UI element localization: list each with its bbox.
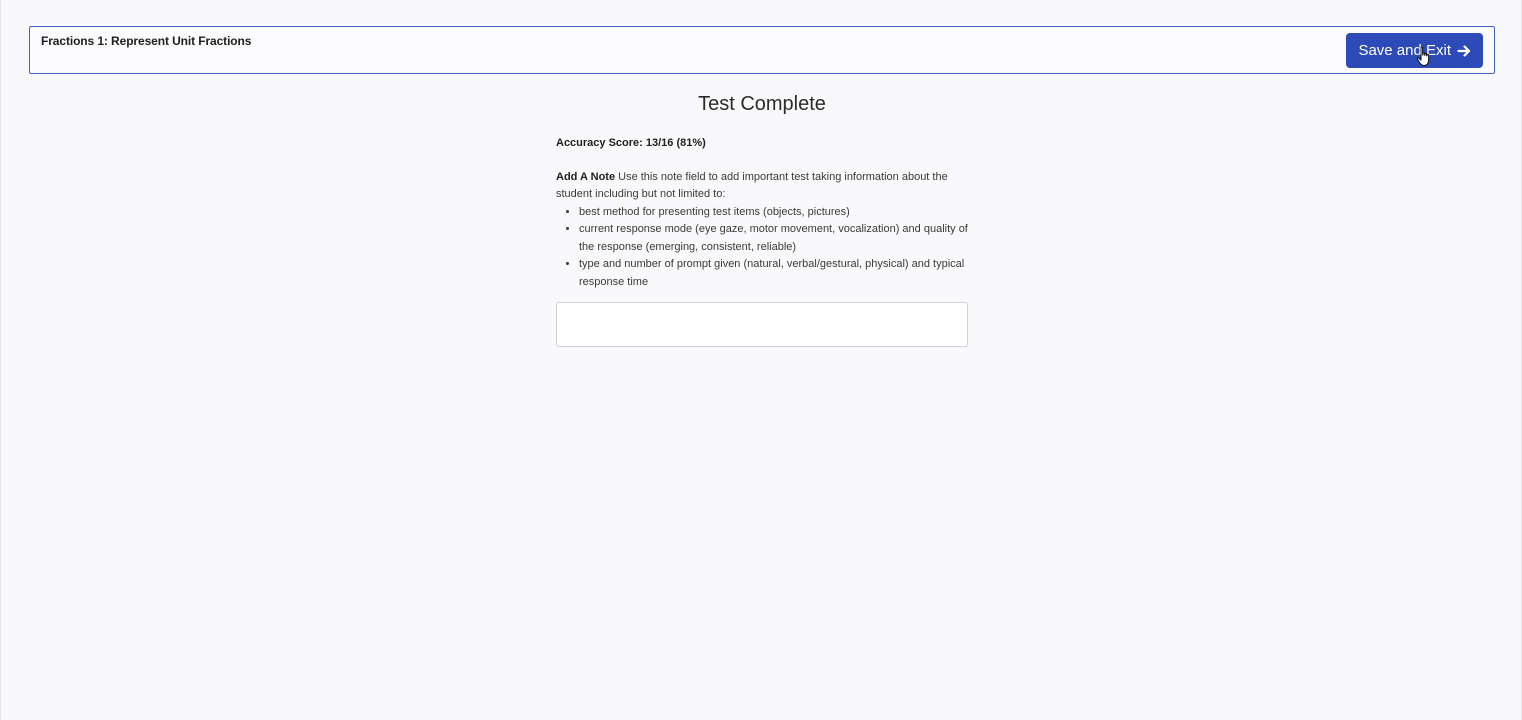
results-panel: Accuracy Score: 13/16 (81%) Add A Note U… — [556, 135, 968, 291]
note-intro: Use this note field to add important tes… — [556, 170, 948, 201]
page: Fractions 1: Represent Unit Fractions Sa… — [0, 0, 1522, 720]
note-heading: Add A Note — [556, 170, 616, 183]
list-item: best method for presenting test items (o… — [579, 204, 968, 222]
arrow-right-icon — [1457, 44, 1471, 57]
page-title: Test Complete — [698, 93, 826, 115]
save-and-exit-label: Save and Exit — [1358, 42, 1451, 59]
note-guidance-list: best method for presenting test items (o… — [556, 204, 968, 292]
assessment-title: Fractions 1: Represent Unit Fractions — [41, 34, 252, 48]
hand-pointer-icon — [1416, 46, 1430, 66]
header-bar: Fractions 1: Represent Unit Fractions Sa… — [29, 26, 1495, 74]
list-item: current response mode (eye gaze, motor m… — [579, 221, 968, 256]
note-instructions: Add A Note Use this note field to add im… — [556, 169, 968, 204]
list-item: type and number of prompt given (natural… — [579, 256, 968, 291]
accuracy-score: Accuracy Score: 13/16 (81%) — [556, 137, 706, 149]
save-and-exit-button[interactable]: Save and Exit — [1346, 33, 1483, 68]
note-field[interactable] — [556, 302, 968, 347]
